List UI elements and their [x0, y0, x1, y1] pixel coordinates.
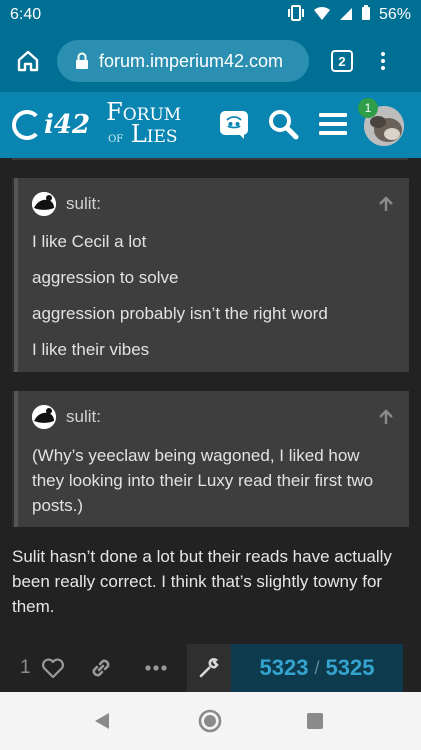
quote-line: aggression probably isn’t the right word [32, 304, 328, 323]
progress-total: 5325 [325, 655, 375, 680]
quote-avatar [32, 192, 56, 216]
hamburger-icon [319, 113, 347, 135]
logo-of: of [108, 130, 124, 146]
i42-logo[interactable]: i42 [12, 110, 90, 140]
arrow-up-icon [379, 196, 393, 211]
status-time: 6:40 [10, 6, 42, 23]
i42-logo-text: i42 [44, 110, 91, 140]
quote-line: aggression to solve [32, 268, 179, 287]
quote-header: sulit: [32, 405, 101, 429]
quote-line: I like Cecil a lot [32, 232, 147, 251]
lock-icon [75, 52, 89, 70]
home-nav-button[interactable] [198, 709, 222, 738]
progress-separator: / [314, 657, 320, 678]
progress-current: 5323 [259, 655, 309, 680]
divider [12, 158, 408, 160]
signal-icon [339, 5, 353, 26]
like-button[interactable] [41, 657, 65, 679]
notification-badge[interactable]: 1 [358, 98, 378, 118]
back-icon [95, 713, 109, 729]
url-text: forum.imperium42.com [99, 50, 284, 71]
heart-icon [41, 658, 64, 679]
admin-wrench-button[interactable] [187, 644, 231, 692]
wifi-icon [313, 5, 331, 26]
battery-icon [361, 4, 371, 26]
jump-to-post-button[interactable] [378, 196, 394, 217]
site-header: i42 Forum of Lies [0, 92, 421, 158]
quote-author[interactable]: sulit: [66, 407, 101, 427]
menu-dot-icon [381, 52, 385, 56]
more-icon [144, 665, 167, 671]
quote-block: sulit: I like Cecil a lot aggression to … [12, 178, 409, 372]
browser-menu-button[interactable] [381, 52, 385, 70]
i42-ring-icon [12, 110, 42, 140]
logo-lies: Lies [130, 120, 178, 148]
home-circle-icon [198, 709, 222, 733]
search-icon [269, 110, 299, 140]
share-link-button[interactable] [89, 656, 113, 680]
quote-line: (Why’s yeeclaw being wagoned, I liked ho… [32, 446, 360, 465]
tab-switcher-button[interactable]: 2 [331, 50, 353, 72]
jump-to-post-button[interactable] [378, 409, 394, 430]
post-body: Sulit hasn’t done a lot but their reads … [12, 547, 392, 616]
search-button[interactable] [265, 106, 301, 142]
hamburger-menu-button[interactable] [315, 106, 351, 142]
more-actions-button[interactable] [144, 665, 167, 671]
quote-line: posts.) [32, 496, 84, 515]
home-button[interactable] [3, 36, 53, 86]
quote-line: I like their vibes [32, 340, 150, 359]
quote-author[interactable]: sulit: [66, 194, 101, 214]
topic-progress-button[interactable]: 5323 / 5325 [231, 644, 403, 692]
home-icon [17, 50, 39, 72]
menu-dot-icon [381, 66, 385, 70]
topic-content: sulit: I like Cecil a lot aggression to … [0, 158, 421, 692]
status-bar: 6:40 56% [0, 0, 421, 30]
link-icon [92, 659, 110, 677]
browser-toolbar: forum.imperium42.com 2 [0, 30, 421, 92]
quote-block: sulit: (Why’s yeeclaw being wagoned, I l… [12, 391, 409, 527]
like-count[interactable]: 1 [20, 644, 31, 692]
logo-line-lies: of Lies [104, 120, 181, 149]
forum-of-lies-logo[interactable]: Forum of Lies [104, 100, 181, 149]
recents-icon [307, 713, 323, 729]
back-button[interactable] [94, 712, 110, 735]
discord-icon [220, 111, 248, 139]
arrow-up-icon [379, 409, 393, 424]
quote-avatar [32, 405, 56, 429]
url-bar[interactable]: forum.imperium42.com [57, 40, 309, 82]
battery-percent: 56% [378, 6, 411, 23]
vibrate-icon [287, 4, 305, 26]
system-nav-bar [0, 692, 421, 750]
chat-button[interactable] [216, 106, 252, 142]
menu-dot-icon [381, 59, 385, 63]
recents-button[interactable] [306, 712, 324, 735]
quote-line: they looking into their Luxy read their … [32, 471, 374, 490]
post-actions: 1 [20, 644, 167, 692]
wrench-icon [199, 658, 219, 678]
quote-header: sulit: [32, 192, 101, 216]
